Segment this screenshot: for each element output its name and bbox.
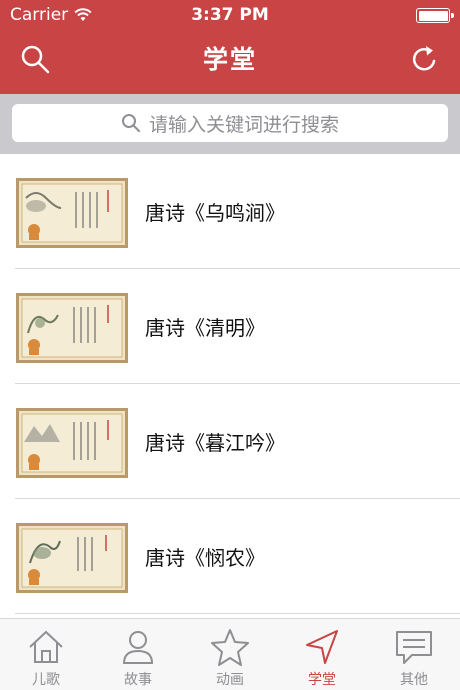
search-field-icon xyxy=(121,114,140,132)
tab-school[interactable]: 学堂 xyxy=(276,619,368,690)
poem-scroll-thumbnail xyxy=(16,523,128,593)
poem-scroll-thumbnail xyxy=(16,408,128,478)
list-item[interactable]: 唐诗《乌鸣涧》 xyxy=(0,154,460,269)
poem-scroll-thumbnail xyxy=(16,178,128,248)
status-bar: Carrier 3:37 PM xyxy=(0,0,460,30)
list-item-title: 唐诗《悯农》 xyxy=(145,546,265,570)
poem-scroll-thumbnail xyxy=(16,293,128,363)
list-item[interactable]: 唐诗《悯农》 xyxy=(0,499,460,614)
tab-other[interactable]: 其他 xyxy=(368,619,460,690)
chat-bubble-icon xyxy=(396,631,432,664)
navigation-arrow-icon xyxy=(306,630,338,664)
tab-label: 学堂 xyxy=(308,672,336,688)
list-item-title: 唐诗《清明》 xyxy=(145,316,265,340)
person-icon xyxy=(122,631,154,664)
tab-songs[interactable]: 儿歌 xyxy=(0,619,92,690)
tab-label: 故事 xyxy=(124,672,152,688)
star-icon xyxy=(211,629,249,666)
tab-bar: 儿歌 故事 动画 学堂 其他 xyxy=(0,618,460,690)
header: Carrier 3:37 PM 学堂 xyxy=(0,0,460,94)
search-bar: 请输入关键词进行搜索 xyxy=(0,94,460,154)
tab-label: 儿歌 xyxy=(32,672,60,688)
list-item-title: 唐诗《暮江吟》 xyxy=(145,431,285,455)
list-item-title: 唐诗《乌鸣涧》 xyxy=(145,201,285,225)
list-item[interactable]: 唐诗《清明》 xyxy=(0,269,460,384)
poem-list: 唐诗《乌鸣涧》 唐诗《清明》 唐诗《暮江吟》 唐诗《悯农》 xyxy=(0,154,460,614)
battery-icon xyxy=(416,8,454,23)
tab-label: 其他 xyxy=(400,672,428,688)
tab-stories[interactable]: 故事 xyxy=(92,619,184,690)
page-title: 学堂 xyxy=(202,45,257,74)
search-placeholder: 请输入关键词进行搜索 xyxy=(148,113,339,136)
tab-label: 动画 xyxy=(216,672,244,688)
list-item[interactable]: 唐诗《暮江吟》 xyxy=(0,384,460,499)
tab-animation[interactable]: 动画 xyxy=(184,619,276,690)
refresh-icon[interactable] xyxy=(410,44,440,74)
status-time: 3:37 PM xyxy=(191,5,269,25)
divider xyxy=(15,613,460,614)
search-input[interactable]: 请输入关键词进行搜索 xyxy=(12,104,448,142)
home-icon xyxy=(29,630,63,663)
